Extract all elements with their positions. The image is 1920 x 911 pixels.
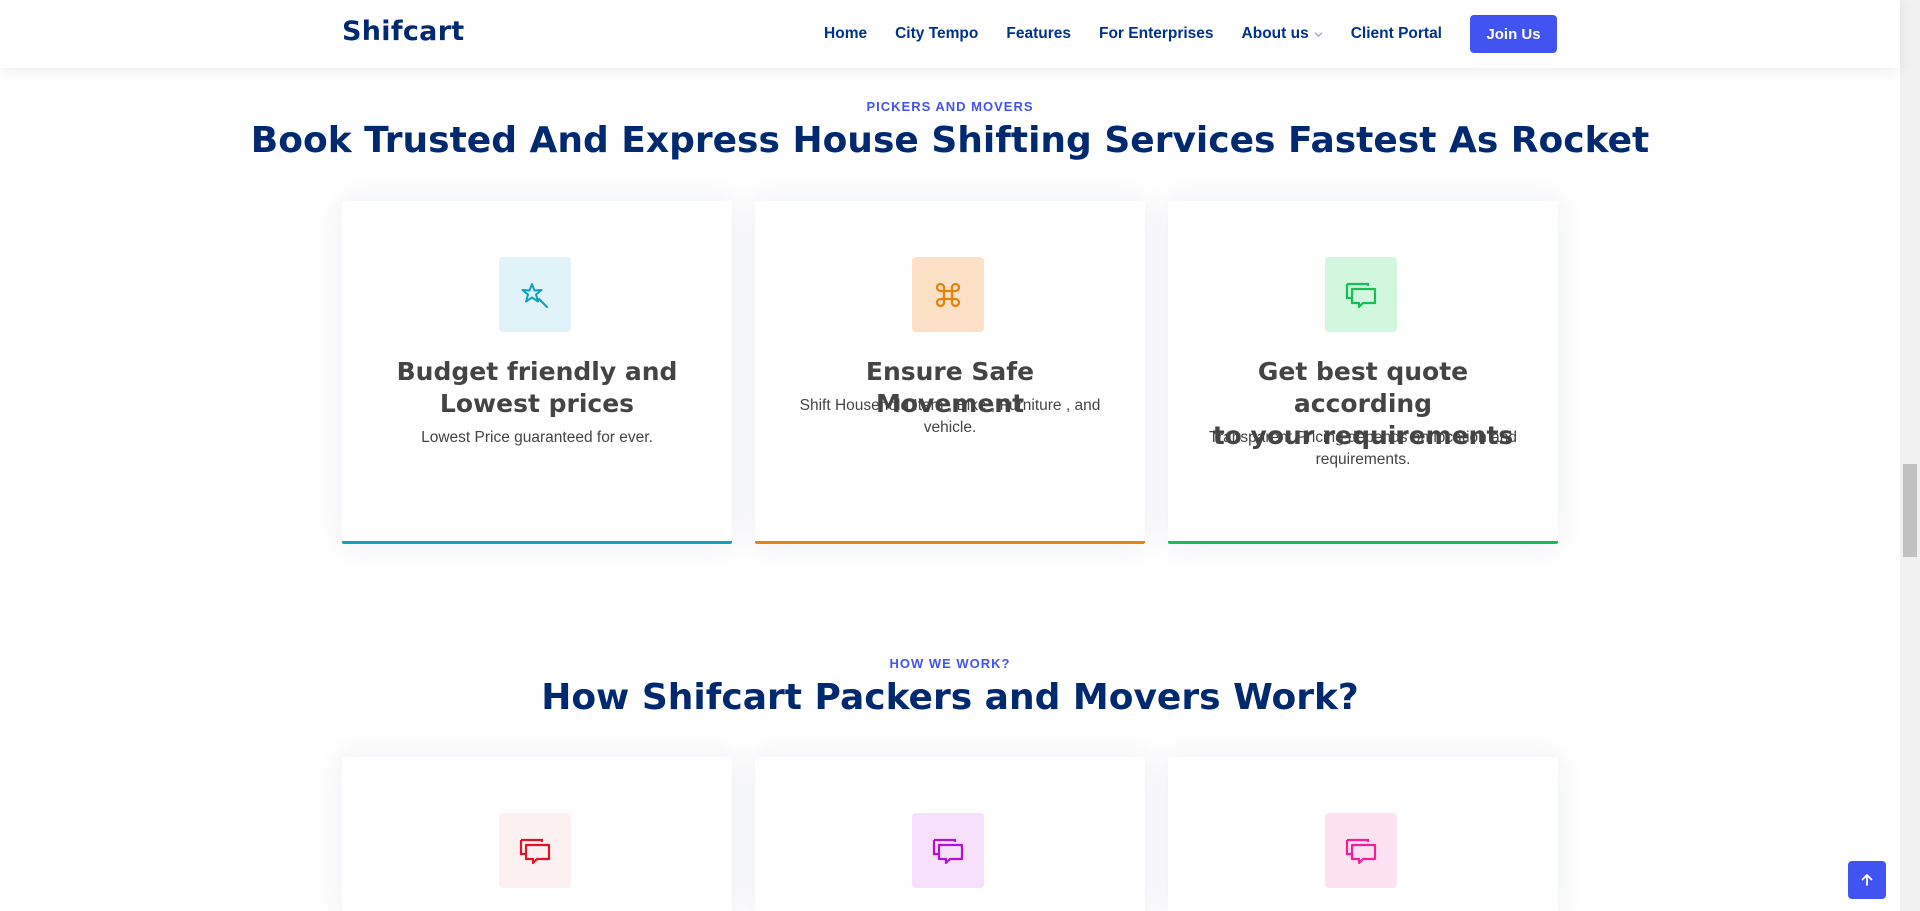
icon-box — [912, 257, 984, 332]
icon-box — [1325, 813, 1397, 888]
card-description: Lowest Price guaranteed for ever. — [421, 429, 653, 446]
section-title: How Shifcart Packers and Movers Work? — [541, 677, 1359, 718]
work-card — [342, 757, 732, 911]
icon-box — [912, 813, 984, 888]
feature-card-best-quote: Get best quote according to your requirem… — [1168, 201, 1558, 544]
nav-features[interactable]: Features — [1006, 25, 1071, 43]
nav-for-enterprises[interactable]: For Enterprises — [1099, 25, 1214, 43]
nav-city-tempo[interactable]: City Tempo — [895, 25, 978, 43]
feature-card-safe-movement: Ensure Safe Movement Shift Household Ite… — [755, 201, 1145, 544]
icon-box — [1325, 257, 1397, 332]
site-header: Shifcart Home City Tempo Features For En… — [0, 0, 1900, 68]
section-label: PICKERS AND MOVERS — [866, 99, 1034, 114]
back-to-top-button[interactable] — [1848, 861, 1886, 899]
nav-home[interactable]: Home — [824, 25, 867, 43]
page-scrollbar[interactable] — [1900, 0, 1920, 911]
arrow-up-icon — [1861, 874, 1873, 886]
magic-star-icon — [521, 282, 549, 308]
work-card — [755, 757, 1145, 911]
join-us-button[interactable]: Join Us — [1470, 15, 1557, 53]
icon-box — [499, 813, 571, 888]
brand-logo[interactable]: Shifcart — [342, 16, 465, 47]
nav-about-us-label: About us — [1241, 25, 1309, 42]
command-icon — [935, 282, 961, 307]
section-label: HOW WE WORK? — [889, 656, 1011, 671]
nav-client-portal[interactable]: Client Portal — [1351, 25, 1442, 43]
chat-icon — [932, 838, 964, 864]
work-card — [1168, 757, 1558, 911]
chat-icon — [1345, 282, 1377, 308]
nav-about-us[interactable]: About us — [1242, 25, 1323, 43]
card-description: Shift Household Item , Bike , Furniture … — [799, 397, 1101, 436]
chat-icon — [519, 838, 551, 864]
main-nav: Home City Tempo Features For Enterprises… — [824, 15, 1557, 53]
card-title: Budget friendly and Lowest prices — [396, 357, 678, 418]
card-description: Transparent Pricing depends on location … — [1209, 429, 1517, 468]
scrollbar-thumb[interactable] — [1903, 464, 1917, 557]
chevron-down-icon — [1314, 31, 1323, 37]
chat-icon — [1345, 838, 1377, 864]
icon-box — [499, 257, 571, 332]
section-title: Book Trusted And Express House Shifting … — [250, 120, 1650, 161]
feature-card-budget: Budget friendly and Lowest prices Lowest … — [342, 201, 732, 544]
